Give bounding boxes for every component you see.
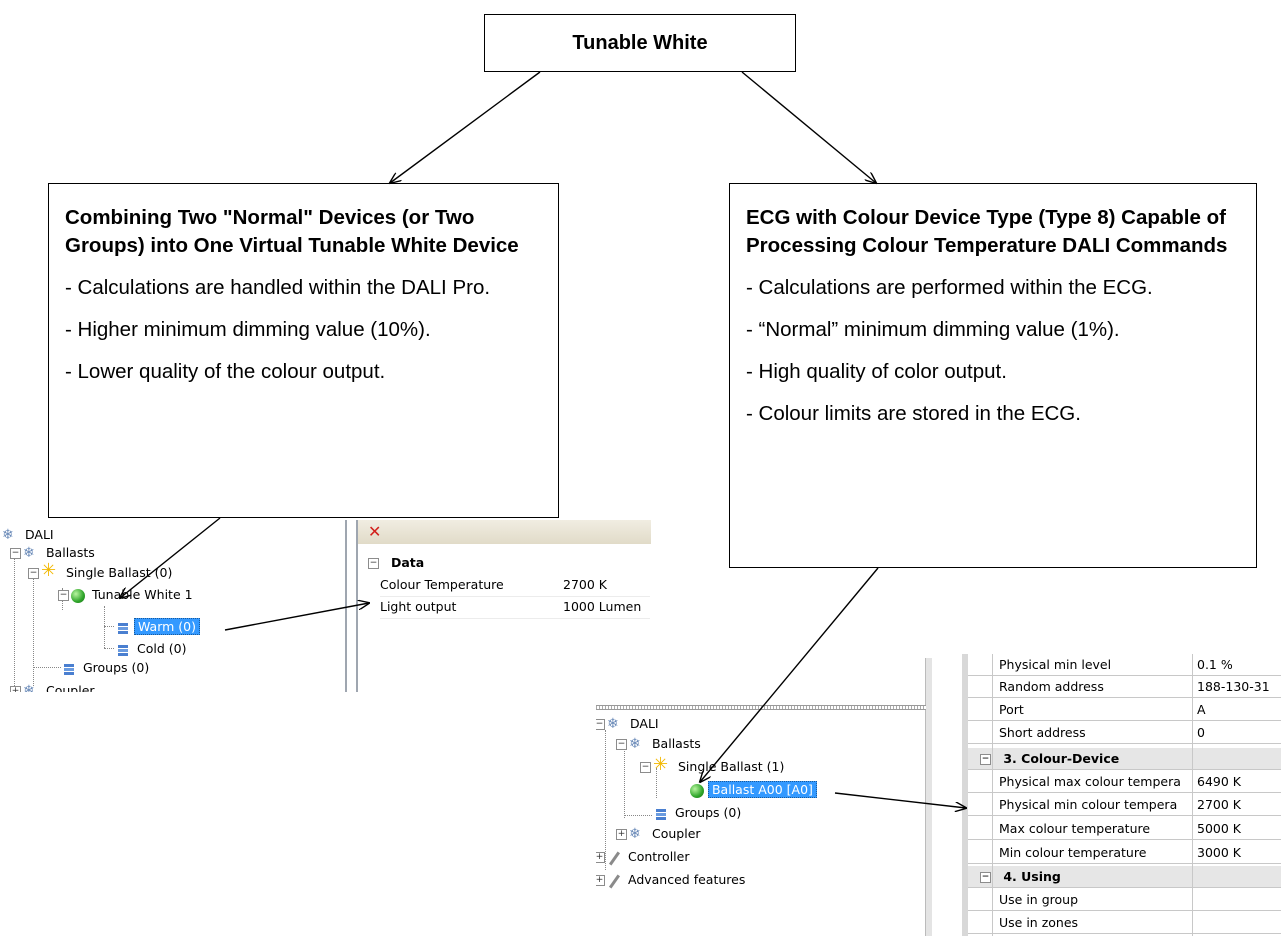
option-colour-device-box: ECG with Colour Device Type (Type 8) Cap… bbox=[729, 183, 1257, 568]
expand-icon[interactable]: + bbox=[10, 686, 21, 692]
arrow-top-to-right bbox=[741, 71, 876, 183]
tree-item-single-ballast[interactable]: − Single Ballast (1) bbox=[640, 756, 787, 777]
group-icon bbox=[62, 662, 76, 676]
tunable-white-box: Tunable White bbox=[484, 14, 796, 72]
group-icon bbox=[116, 643, 130, 657]
tree-item-ballast-a00[interactable]: Ballast A00 [A0] bbox=[690, 781, 817, 799]
dali-icon bbox=[607, 715, 623, 733]
collapse-icon[interactable]: − bbox=[616, 739, 627, 750]
arrow-top-to-left bbox=[390, 71, 541, 183]
option-bullet: - Colour limits are stored in the ECG. bbox=[746, 402, 1081, 425]
collapse-icon[interactable]: − bbox=[640, 762, 651, 773]
collapse-icon[interactable]: − bbox=[596, 719, 605, 730]
prop-row-short-address[interactable]: Short address 0 bbox=[968, 722, 1281, 744]
controller-wand-icon bbox=[607, 874, 621, 888]
prop-row-use-in-group[interactable]: Use in group bbox=[968, 889, 1281, 911]
tree-item-groups[interactable]: Groups (0) bbox=[654, 804, 744, 822]
right-props-panel: Physical min level 0.1 % Random address … bbox=[962, 654, 1281, 936]
props-toolbar: ✕ bbox=[358, 520, 651, 544]
tree-item-coupler[interactable]: + Coupler bbox=[616, 825, 704, 843]
tree-item-advanced[interactable]: + Advanced features bbox=[596, 871, 748, 889]
prop-row-random-address[interactable]: Random address 188-130-31 bbox=[968, 676, 1281, 698]
tree-item-warm[interactable]: Warm (0) bbox=[116, 618, 200, 636]
collapse-icon[interactable]: − bbox=[58, 590, 69, 601]
option-bullet: - Lower quality of the colour output. bbox=[65, 360, 386, 383]
tree-item-dali[interactable]: DALI bbox=[2, 526, 57, 544]
tree-item-dali[interactable]: − DALI bbox=[596, 715, 662, 733]
tree-item-groups[interactable]: Groups (0) bbox=[62, 659, 152, 677]
props-category-colour-device[interactable]: − 3. Colour-Device bbox=[968, 748, 1281, 770]
prop-row-light-output[interactable]: Light output 1000 Lumen bbox=[380, 596, 650, 619]
props-category-data[interactable]: − Data bbox=[368, 552, 424, 574]
tree-item-controller[interactable]: + Controller bbox=[596, 848, 692, 866]
collapse-icon[interactable]: − bbox=[980, 754, 991, 765]
prop-row-colour-temperature[interactable]: Colour Temperature 2700 K bbox=[380, 574, 650, 597]
option-virtual-device-box: Combining Two "Normal" Devices (or Two G… bbox=[48, 183, 559, 518]
controller-wand-icon bbox=[607, 851, 621, 865]
grid-line bbox=[992, 654, 993, 936]
option-bullet: - “Normal” minimum dimming value (1%). bbox=[746, 318, 1120, 341]
close-icon[interactable]: ✕ bbox=[368, 522, 381, 541]
tunable-white-title: Tunable White bbox=[572, 31, 708, 54]
tree-item-single-ballast[interactable]: − Single Ballast (0) bbox=[28, 562, 175, 583]
prop-row-physical-min-colour[interactable]: Physical min colour tempera 2700 K bbox=[968, 794, 1281, 816]
grid-line bbox=[1192, 654, 1193, 936]
splitter[interactable] bbox=[925, 658, 932, 936]
dali-icon bbox=[629, 735, 645, 753]
green-ball-icon bbox=[71, 588, 85, 603]
prop-row-physical-max-colour[interactable]: Physical max colour tempera 6490 K bbox=[968, 771, 1281, 793]
collapse-icon[interactable]: − bbox=[28, 568, 39, 579]
ballast-sun-icon bbox=[41, 562, 59, 583]
dali-icon bbox=[2, 526, 18, 544]
group-icon bbox=[116, 621, 130, 635]
expand-icon[interactable]: + bbox=[616, 829, 627, 840]
prop-row-max-colour[interactable]: Max colour temperature 5000 K bbox=[968, 818, 1281, 840]
option-virtual-device-title: Combining Two "Normal" Devices (or Two G… bbox=[65, 206, 519, 257]
prop-row-physical-min-level[interactable]: Physical min level 0.1 % bbox=[968, 654, 1281, 676]
green-ball-icon bbox=[690, 783, 704, 798]
option-colour-device-title: ECG with Colour Device Type (Type 8) Cap… bbox=[746, 206, 1228, 257]
ballast-sun-icon bbox=[653, 756, 671, 777]
collapse-icon[interactable]: − bbox=[10, 548, 21, 559]
tree-item-cold[interactable]: Cold (0) bbox=[116, 640, 189, 658]
tree-item-coupler[interactable]: + Coupler bbox=[10, 682, 98, 692]
tree-item-tunable-white[interactable]: − Tunable White 1 bbox=[58, 586, 196, 604]
right-tree-panel: − DALI − Ballasts − Single Ballast (1) B… bbox=[596, 658, 932, 936]
option-bullet: - Higher minimum dimming value (10%). bbox=[65, 318, 431, 341]
prop-row-port[interactable]: Port A bbox=[968, 699, 1281, 721]
dali-icon bbox=[629, 825, 645, 843]
collapse-icon[interactable]: − bbox=[980, 872, 991, 883]
prop-row-min-colour[interactable]: Min colour temperature 3000 K bbox=[968, 842, 1281, 864]
dali-icon bbox=[23, 544, 39, 562]
expand-icon[interactable]: + bbox=[596, 875, 605, 886]
dali-icon bbox=[23, 682, 39, 693]
pane-divider[interactable] bbox=[596, 705, 926, 710]
option-bullet: - High quality of color output. bbox=[746, 360, 1007, 383]
collapse-icon[interactable]: − bbox=[368, 558, 379, 569]
expand-icon[interactable]: + bbox=[596, 852, 605, 863]
left-tree-panel: DALI − Ballasts − Single Ballast (0) − T… bbox=[0, 520, 347, 692]
props-category-using[interactable]: − 4. Using bbox=[968, 866, 1281, 888]
tree-item-ballasts[interactable]: − Ballasts bbox=[616, 735, 704, 753]
prop-row-use-in-zones[interactable]: Use in zones bbox=[968, 912, 1281, 934]
option-bullet: - Calculations are handled within the DA… bbox=[65, 276, 491, 299]
option-bullet: - Calculations are performed within the … bbox=[746, 276, 1153, 299]
group-icon bbox=[654, 807, 668, 821]
